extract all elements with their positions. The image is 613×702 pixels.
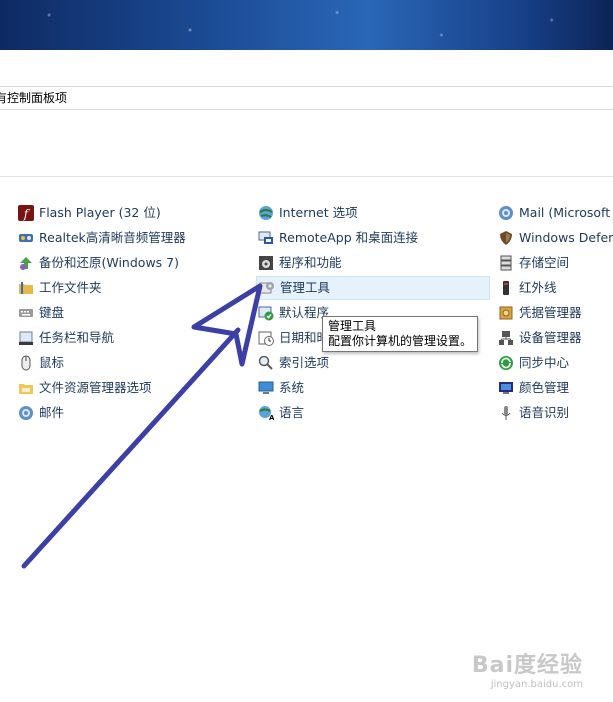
- tooltip-title: 管理工具: [328, 319, 377, 333]
- cp-item-label: 鼠标: [39, 355, 65, 370]
- cp-item-speech[interactable]: 语音识别: [498, 402, 569, 424]
- cp-item-storage[interactable]: 存储空间: [498, 252, 569, 274]
- cp-item-label: 凭据管理器: [519, 305, 582, 320]
- cp-item-system[interactable]: 系统: [258, 377, 304, 399]
- cp-item-language[interactable]: A 语言: [258, 402, 304, 424]
- cp-item-label: 语言: [279, 405, 305, 420]
- sync-icon: [498, 355, 514, 371]
- address-bar[interactable]: 有控制面板项: [0, 86, 613, 110]
- cp-item-label: Flash Player (32 位): [39, 205, 161, 220]
- cp-item-label: Mail (Microsoft (: [519, 205, 613, 220]
- watermark-brand: Bai度经验: [471, 653, 583, 678]
- admin-tools-icon: [259, 280, 275, 296]
- flash-icon: f: [18, 205, 34, 221]
- taskbar-icon: [18, 330, 34, 346]
- datetime-icon: [258, 330, 274, 346]
- cp-item-label: 系统: [279, 380, 305, 395]
- cp-item-device-manager[interactable]: 设备管理器: [498, 327, 582, 349]
- cp-item-label: 程序和功能: [279, 255, 342, 270]
- audio-icon: [18, 230, 34, 246]
- remote-icon: [258, 230, 274, 246]
- cp-item-label: Realtek高清晰音频管理器: [39, 230, 186, 245]
- address-text: 有控制面板项: [0, 91, 68, 105]
- cp-item-flash-player[interactable]: f Flash Player (32 位): [18, 202, 161, 224]
- cp-item-taskbar[interactable]: 任务栏和导航: [18, 327, 114, 349]
- cp-item-remoteapp[interactable]: RemoteApp 和桌面连接: [258, 227, 418, 249]
- watermark-url: jingyan.baidu.com: [490, 679, 583, 690]
- cp-item-label: 颜色管理: [519, 380, 570, 395]
- cp-item-label: 存储空间: [519, 255, 570, 270]
- cp-item-internet-options[interactable]: Internet 选项: [258, 202, 358, 224]
- cp-item-label: 任务栏和导航: [39, 330, 115, 345]
- cp-item-folder-options[interactable]: 文件资源管理器选项: [18, 377, 152, 399]
- cp-item-work-folders[interactable]: 工作文件夹: [18, 277, 102, 299]
- cp-item-label: Internet 选项: [279, 205, 358, 220]
- cp-item-programs[interactable]: 程序和功能: [258, 252, 342, 274]
- cp-item-sync-center[interactable]: 同步中心: [498, 352, 569, 374]
- default-programs-icon: [258, 305, 274, 321]
- system-icon: [258, 380, 274, 396]
- backup-icon: [18, 255, 34, 271]
- credential-icon: [498, 305, 514, 321]
- device-manager-icon: [498, 330, 514, 346]
- folder-icon: [18, 280, 34, 296]
- mouse-icon: [18, 355, 34, 371]
- cp-item-datetime[interactable]: 日期和时: [258, 327, 329, 349]
- cp-item-label: 索引选项: [279, 355, 330, 370]
- storage-icon: [498, 255, 514, 271]
- cp-item-defender[interactable]: Windows Defend: [498, 227, 613, 249]
- cp-item-label: Windows Defend: [519, 230, 613, 245]
- cp-item-realtek[interactable]: Realtek高清晰音频管理器: [18, 227, 186, 249]
- cp-item-mail-left[interactable]: 邮件: [18, 402, 64, 424]
- programs-icon: [258, 255, 274, 271]
- keyboard-icon: [18, 305, 34, 321]
- svg-text:A: A: [269, 414, 274, 421]
- header-banner: [0, 0, 613, 50]
- cp-item-label: 同步中心: [519, 355, 570, 370]
- cp-item-label: 邮件: [39, 405, 65, 420]
- cp-item-index-options[interactable]: 索引选项: [258, 352, 329, 374]
- cp-item-label: RemoteApp 和桌面连接: [279, 230, 419, 245]
- infrared-icon: [498, 280, 514, 296]
- cp-item-label: 语音识别: [519, 405, 570, 420]
- mail-icon: [18, 405, 34, 421]
- cp-item-label: 红外线: [519, 280, 557, 295]
- cp-item-keyboard[interactable]: 键盘: [18, 302, 64, 324]
- cp-item-infrared[interactable]: 红外线: [498, 277, 557, 299]
- cp-item-default-programs[interactable]: 默认程序: [258, 302, 329, 324]
- language-icon: A: [258, 405, 274, 421]
- tooltip: 管理工具 配置你计算机的管理设置。: [322, 316, 478, 352]
- cp-item-label: 备份和还原(Windows 7): [39, 255, 179, 270]
- color-icon: [498, 380, 514, 396]
- cp-item-label: 文件资源管理器选项: [39, 380, 152, 395]
- cp-item-credential-manager[interactable]: 凭据管理器: [498, 302, 582, 324]
- index-icon: [258, 355, 274, 371]
- cp-item-label: 键盘: [39, 305, 65, 320]
- defender-icon: [498, 230, 514, 246]
- cp-item-mouse[interactable]: 鼠标: [18, 352, 64, 374]
- watermark: Bai度经验 jingyan.baidu.com: [472, 647, 583, 690]
- cp-item-admin-tools[interactable]: 管理工具: [256, 276, 490, 300]
- cp-item-label: 管理工具: [280, 280, 331, 295]
- folder-options-icon: [18, 380, 34, 396]
- tooltip-description: 配置你计算机的管理设置。: [328, 334, 473, 348]
- divider: [0, 176, 613, 177]
- cp-item-color-management[interactable]: 颜色管理: [498, 377, 569, 399]
- cp-item-label: 工作文件夹: [39, 280, 102, 295]
- cp-item-label: 设备管理器: [519, 330, 582, 345]
- cp-item-mail-microsoft[interactable]: Mail (Microsoft (: [498, 202, 613, 224]
- mail-icon: [498, 205, 514, 221]
- cp-item-backup[interactable]: 备份和还原(Windows 7): [18, 252, 179, 274]
- speech-icon: [498, 405, 514, 421]
- internet-icon: [258, 205, 274, 221]
